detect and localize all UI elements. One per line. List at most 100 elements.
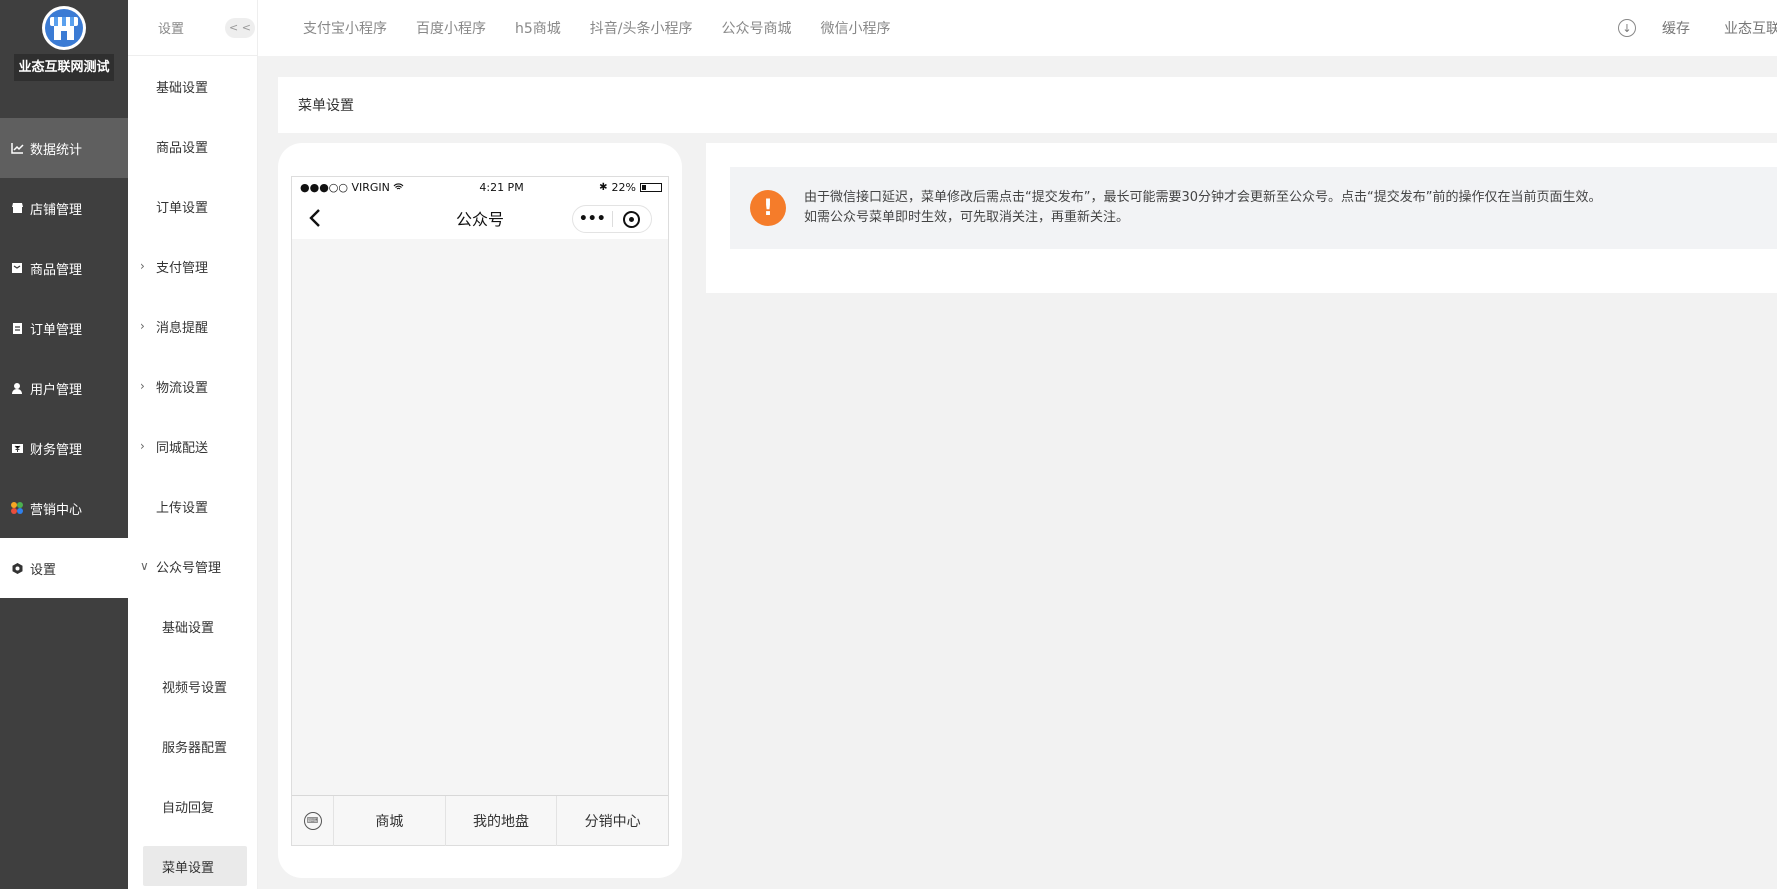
finance-icon	[10, 441, 24, 455]
mini-program-capsule: •••	[572, 205, 652, 233]
page-title-bar: 菜单设置	[278, 77, 1777, 133]
menu-item-mall[interactable]: 商城	[334, 795, 446, 846]
top-bar: 支付宝小程序 百度小程序 h5商城 抖音/头条小程序 公众号商城 微信小程序 ↓…	[258, 0, 1777, 56]
sidebar-item-label: 店铺管理	[30, 202, 83, 218]
phone-preview: ●●●○○ VIRGIN 4:21 PM ✱ 22% 公众号 ••• ⌨ 商城 …	[291, 176, 669, 846]
notice-line-1: 由于微信接口延迟，菜单修改后需点击“提交发布”，最长可能需要30分钟才会更新至公…	[804, 190, 1602, 205]
subnav-item-label: 基础设置	[156, 80, 209, 96]
subnav-item-label: 商品设置	[156, 140, 209, 156]
sidebar-item-marketing[interactable]: 营销中心	[0, 478, 128, 538]
sidebar-item-label: 营销中心	[30, 502, 83, 518]
menu-item-my-site[interactable]: 我的地盘	[446, 795, 558, 846]
user-icon	[10, 381, 24, 395]
subnav-child-label: 基础设置	[162, 620, 215, 636]
sidebar-item-data-stats[interactable]: 数据统计	[0, 118, 128, 178]
sidebar-item-label: 财务管理	[30, 442, 83, 458]
tab-baidu[interactable]: 百度小程序	[416, 18, 486, 38]
carrier-text: ●●●○○ VIRGIN	[300, 180, 390, 194]
subnav-item-upload[interactable]: 上传设置	[128, 476, 257, 536]
chart-line-icon	[10, 141, 24, 155]
chevron-right-icon: ›	[140, 319, 145, 333]
subnav-child-server[interactable]: 服务器配置	[128, 716, 257, 776]
chevron-down-icon: ∨	[140, 559, 149, 573]
tab-official-mall[interactable]: 公众号商城	[722, 18, 792, 38]
subnav-child-label: 自动回复	[162, 800, 215, 816]
subnav-child-label: 服务器配置	[162, 740, 228, 756]
subnav-child-auto-reply[interactable]: 自动回复	[128, 776, 257, 836]
notice-text: 由于微信接口延迟，菜单修改后需点击“提交发布”，最长可能需要30分钟才会更新至公…	[804, 188, 1601, 228]
order-icon	[10, 321, 24, 335]
subnav-item-order[interactable]: 订单设置	[128, 176, 257, 236]
chevron-right-icon: ›	[140, 259, 145, 273]
subnav-child-video[interactable]: 视频号设置	[128, 656, 257, 716]
sidebar-item-orders[interactable]: 订单管理	[0, 298, 128, 358]
battery-icon	[639, 182, 662, 192]
chevron-right-icon: ›	[140, 439, 145, 453]
settings-subnav: 设置 < < 基础设置 商品设置 订单设置 › 支付管理 › 消息提醒 › 物流设置 …	[128, 0, 258, 889]
official-account-menu-bar: ⌨ 商城 我的地盘 分销中心	[292, 795, 668, 846]
subnav-item-basic[interactable]: 基础设置	[128, 56, 257, 116]
notice-line-2: 如需公众号菜单即时生效，可先取消关注，再重新关注。	[804, 210, 1130, 225]
warning-icon: !	[750, 190, 786, 226]
subnav-item-logistics[interactable]: › 物流设置	[128, 356, 257, 416]
subnav-item-local-delivery[interactable]: › 同城配送	[128, 416, 257, 476]
subnav-child-label: 视频号设置	[162, 680, 228, 696]
tab-alipay[interactable]: 支付宝小程序	[303, 18, 387, 38]
subnav-title: 设置	[158, 22, 185, 37]
page-title: 菜单设置	[298, 98, 354, 114]
subnav-child-label: 菜单设置	[162, 860, 215, 876]
more-dots-icon[interactable]: •••	[573, 211, 612, 227]
collapse-button[interactable]: < <	[225, 17, 255, 38]
store-logo-icon	[42, 6, 86, 50]
sidebar-item-store[interactable]: 店铺管理	[0, 178, 128, 238]
marketing-icon	[10, 501, 24, 515]
tab-douyin[interactable]: 抖音/头条小程序	[590, 18, 693, 38]
sidebar-item-goods[interactable]: 商品管理	[0, 238, 128, 298]
goods-icon	[10, 261, 24, 275]
chevron-right-icon: ›	[140, 379, 145, 393]
subnav-item-label: 订单设置	[156, 200, 209, 216]
keyboard-icon[interactable]: ⌨	[292, 795, 334, 846]
subnav-item-label: 支付管理	[156, 260, 209, 276]
sidebar-item-users[interactable]: 用户管理	[0, 358, 128, 418]
cache-button[interactable]: 缓存	[1662, 18, 1690, 38]
tab-wechat[interactable]: 微信小程序	[821, 18, 891, 38]
main-sidebar: 业态互联网测试 数据统计 店铺管理 商品管理 订单管理 用户管理 财务管理 营销…	[0, 0, 128, 889]
status-time: 4:21 PM	[479, 180, 524, 194]
org-name: 业态互联网测试	[14, 54, 114, 81]
subnav-item-messages[interactable]: › 消息提醒	[128, 296, 257, 356]
subnav-item-label: 公众号管理	[156, 560, 222, 576]
subnav-item-label: 同城配送	[156, 440, 209, 456]
sidebar-item-label: 订单管理	[30, 322, 83, 338]
top-right-actions: ↓ 缓存 业态互联	[1618, 0, 1777, 56]
sidebar-item-label: 用户管理	[30, 382, 83, 398]
wifi-icon	[393, 181, 404, 194]
notice-banner: ! 由于微信接口延迟，菜单修改后需点击“提交发布”，最长可能需要30分钟才会更新…	[730, 167, 1777, 249]
sidebar-item-settings[interactable]: 设置	[0, 538, 128, 598]
download-icon[interactable]: ↓	[1618, 19, 1636, 37]
subnav-header: 设置 < <	[128, 0, 257, 56]
menu-item-distribution[interactable]: 分销中心	[557, 796, 668, 846]
phone-nav-title: 公众号	[455, 210, 504, 229]
sidebar-item-label: 数据统计	[30, 142, 83, 158]
subnav-item-goods[interactable]: 商品设置	[128, 116, 257, 176]
subnav-item-official-account[interactable]: ∨ 公众号管理	[128, 536, 257, 596]
phone-nav-bar: 公众号 •••	[292, 197, 668, 239]
back-arrow-icon[interactable]	[308, 207, 322, 234]
logo-area: 业态互联网测试	[0, 0, 128, 118]
sidebar-item-label: 商品管理	[30, 262, 83, 278]
subnav-item-payment[interactable]: › 支付管理	[128, 236, 257, 296]
subnav-child-basic[interactable]: 基础设置	[128, 596, 257, 656]
bluetooth-icon: ✱	[599, 181, 608, 193]
subnav-item-label: 物流设置	[156, 380, 209, 396]
sidebar-item-label: 设置	[30, 562, 57, 578]
subnav-child-menu[interactable]: 菜单设置	[143, 846, 247, 886]
phone-preview-card: ●●●○○ VIRGIN 4:21 PM ✱ 22% 公众号 ••• ⌨ 商城 …	[278, 143, 682, 878]
subnav-item-label: 消息提醒	[156, 320, 209, 336]
close-target-icon[interactable]	[613, 210, 652, 228]
user-name[interactable]: 业态互联	[1724, 18, 1777, 38]
store-icon	[10, 201, 24, 215]
tab-h5[interactable]: h5商城	[515, 18, 561, 38]
subnav-item-label: 上传设置	[156, 500, 209, 516]
sidebar-item-finance[interactable]: 财务管理	[0, 418, 128, 478]
